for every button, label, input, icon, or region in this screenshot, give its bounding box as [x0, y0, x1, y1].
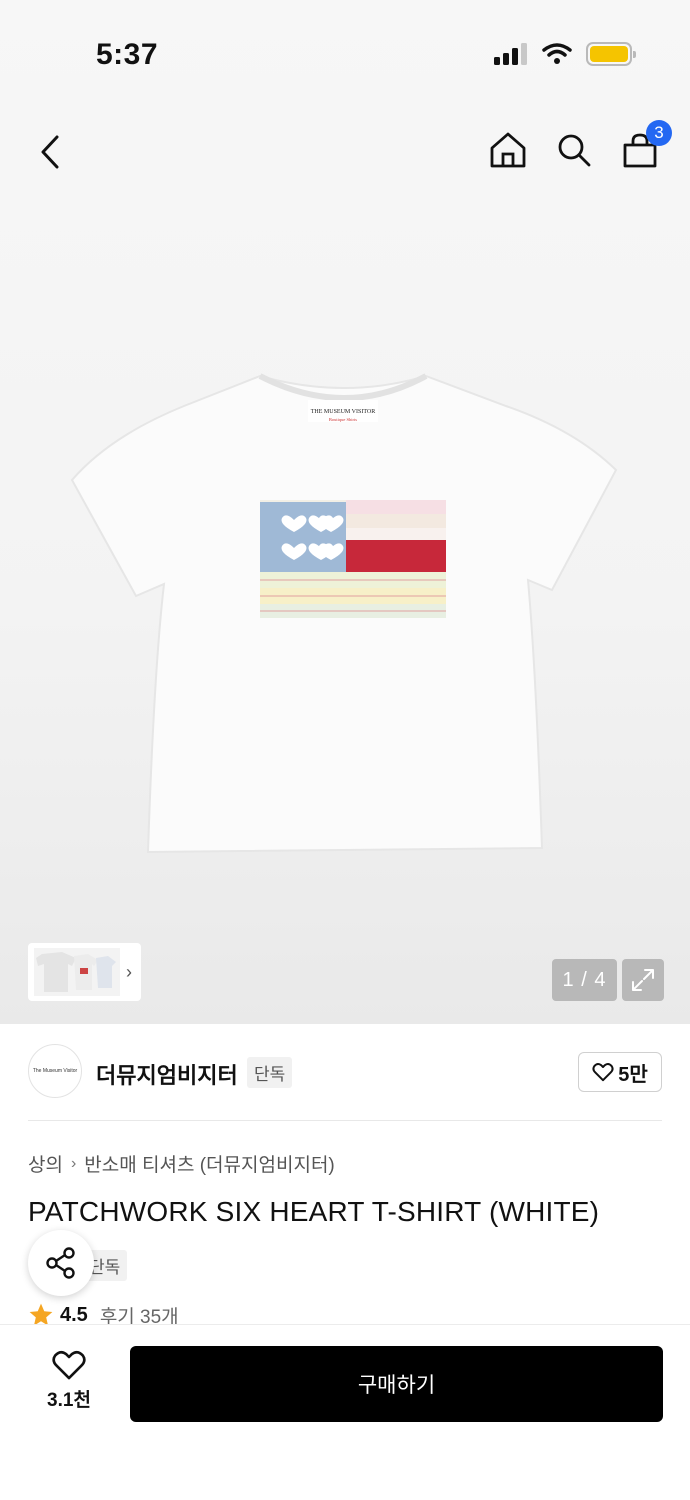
- expand-icon: [632, 969, 654, 991]
- product-image[interactable]: THE MUSEUM VISITOR Boutique Shirts: [60, 370, 630, 860]
- section-divider: [28, 1120, 662, 1121]
- breadcrumb-subcategory[interactable]: 반소매 티셔츠 (더뮤지엄비지터): [84, 1150, 334, 1177]
- status-icons: [494, 42, 636, 66]
- breadcrumb: 상의 › 반소매 티셔츠 (더뮤지엄비지터): [28, 1150, 335, 1177]
- status-time: 5:37: [96, 38, 159, 71]
- buy-button[interactable]: 구매하기: [130, 1346, 663, 1422]
- home-button[interactable]: [488, 128, 528, 172]
- share-icon: [46, 1247, 75, 1279]
- image-page-indicator: 1 / 4: [552, 959, 617, 1001]
- status-bar: 5:37: [0, 0, 690, 100]
- chevron-left-icon: [41, 135, 59, 169]
- search-button[interactable]: [554, 128, 594, 172]
- bottom-action-bar: 3.1천 구매하기: [0, 1324, 690, 1500]
- battery-icon: [586, 42, 636, 66]
- share-button[interactable]: [28, 1230, 94, 1296]
- brand-logo-text: The Museum Visitor: [32, 1068, 78, 1074]
- cart-button[interactable]: 3: [620, 120, 672, 172]
- expand-image-button[interactable]: [622, 959, 664, 1001]
- label-line1: THE MUSEUM VISITOR: [311, 409, 375, 415]
- top-navigation: 3: [0, 120, 690, 184]
- product-title: PATCHWORK SIX HEART T-SHIRT (WHITE): [28, 1196, 600, 1227]
- wishlist-button[interactable]: 3.1천: [28, 1349, 110, 1421]
- brand-name[interactable]: 더뮤지엄비지터: [96, 1058, 238, 1090]
- thumbnail-image[interactable]: [34, 948, 120, 996]
- signal-icon: [494, 43, 527, 65]
- brand-row: The Museum Visitor 더뮤지엄비지터 단독 5만: [28, 1044, 662, 1100]
- product-hero: 5:37 3 THE MUSEUM VISITOR Boutique Shirt…: [0, 0, 690, 1024]
- wishlist-count: 3.1천: [47, 1390, 91, 1411]
- search-icon: [558, 134, 591, 167]
- wifi-icon: [542, 43, 572, 64]
- home-icon: [490, 132, 526, 168]
- nav-actions: 3: [488, 120, 672, 172]
- heart-icon: [52, 1350, 86, 1380]
- chevron-right-icon: ›: [126, 961, 132, 982]
- heart-icon: [592, 1063, 614, 1082]
- thumbnail-strip[interactable]: ›: [28, 943, 141, 1001]
- chevron-right-icon: ›: [70, 1154, 77, 1172]
- cart-count-badge: 3: [646, 120, 672, 146]
- brand-exclusive-badge: 단독: [247, 1057, 293, 1088]
- brand-like-count: 5만: [618, 1063, 648, 1086]
- back-button[interactable]: [30, 130, 70, 174]
- breadcrumb-category[interactable]: 상의: [28, 1150, 63, 1177]
- brand-like-button[interactable]: 5만: [578, 1052, 662, 1092]
- label-line2: Boutique Shirts: [329, 417, 357, 422]
- brand-logo[interactable]: The Museum Visitor: [28, 1044, 82, 1098]
